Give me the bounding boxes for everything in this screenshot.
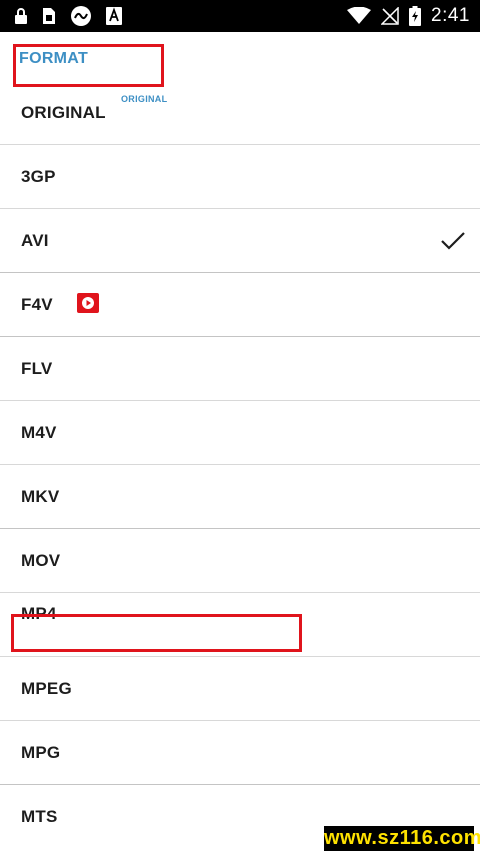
list-item-label: ORIGINAL [21, 102, 106, 122]
list-item-label: F4V [21, 294, 53, 314]
checkmark-icon [441, 231, 465, 250]
list-item-label: AVI [21, 230, 49, 250]
list-item-f4v[interactable]: F4V [0, 273, 480, 337]
list-item-mpg[interactable]: MPG [0, 721, 480, 785]
highlight-box-mp4 [11, 614, 302, 652]
battery-charging-icon [409, 6, 422, 26]
list-item-original[interactable]: ORIGINAL [0, 81, 480, 145]
list-item-mov[interactable]: MOV [0, 529, 480, 593]
play-badge [77, 293, 99, 313]
list-item-label: MOV [21, 550, 61, 570]
status-right-icons: 2:41 [347, 4, 470, 28]
status-left-icons [14, 5, 122, 27]
font-a-icon [106, 7, 122, 25]
list-item-mkv[interactable]: MKV [0, 465, 480, 529]
list-item-avi[interactable]: AVI [0, 209, 480, 273]
clock: 2:41 [431, 5, 470, 26]
list-item-label: MPEG [21, 678, 72, 698]
list-item-label: 3GP [21, 166, 56, 186]
lock-icon [15, 8, 27, 24]
list-item-3gp[interactable]: 3GP [0, 145, 480, 209]
list-item-label: FLV [21, 358, 53, 378]
list-item-label: MPG [21, 742, 61, 762]
list-item-m4v[interactable]: M4V [0, 401, 480, 465]
sim-card-icon [43, 8, 55, 24]
status-bar: 2:41 [0, 0, 480, 32]
format-list: ORIGINAL 3GP AVI F4V FLV M4V MKV MOV MP4… [0, 81, 480, 849]
watermark: www.sz116.com [324, 826, 480, 851]
list-item-mpeg[interactable]: MPEG [0, 657, 480, 721]
play-icon [82, 297, 94, 309]
wifi-icon [347, 7, 372, 24]
list-item-label: M4V [21, 422, 57, 442]
list-item-flv[interactable]: FLV [0, 337, 480, 401]
app-logo-icon [71, 6, 91, 26]
list-item-label: MTS [21, 807, 58, 826]
no-signal-icon [381, 7, 399, 25]
list-item-label: MKV [21, 486, 60, 506]
